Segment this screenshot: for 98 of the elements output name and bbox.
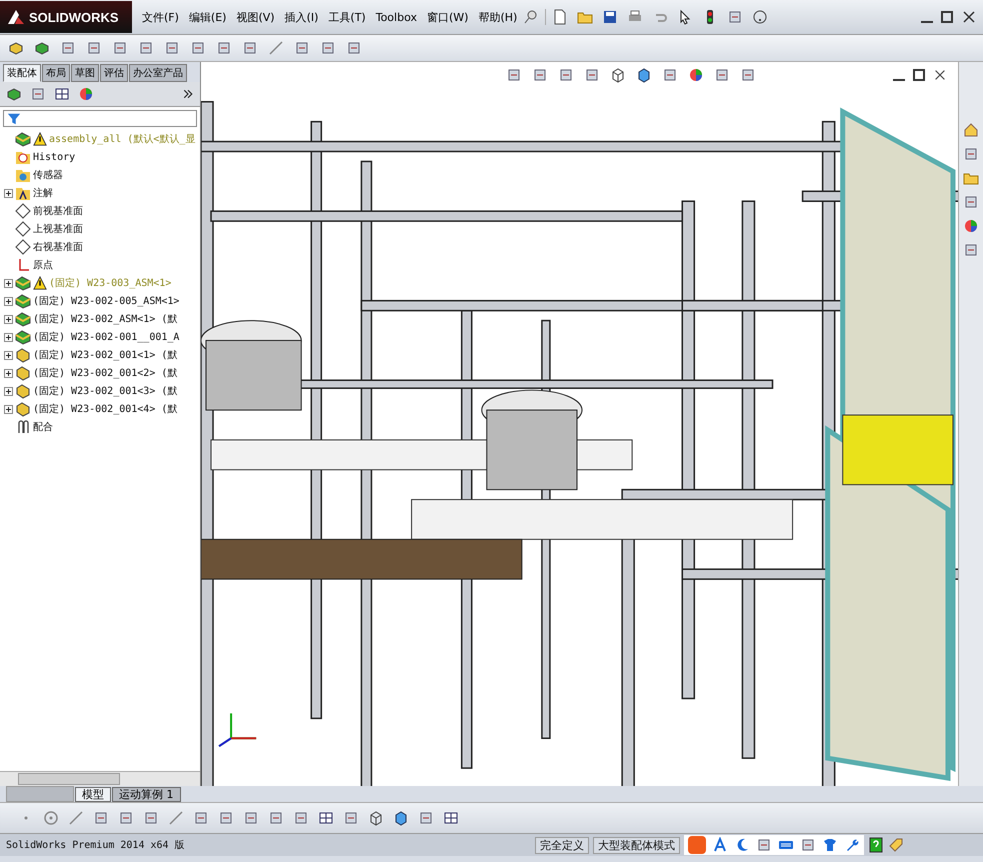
wire-icon[interactable] bbox=[368, 810, 384, 826]
tree-item[interactable]: (固定) W23-003_ASM<1> bbox=[49, 276, 172, 290]
help-icon[interactable] bbox=[868, 837, 884, 853]
axis-triad-icon bbox=[218, 712, 258, 748]
tree-item[interactable]: 前视基准面 bbox=[33, 204, 83, 218]
warning-icon bbox=[33, 276, 47, 290]
clock-folder-icon bbox=[15, 149, 31, 165]
expand-toggle[interactable] bbox=[4, 278, 13, 288]
logo-text: SOLIDWORKS bbox=[29, 10, 119, 24]
close-icon[interactable] bbox=[933, 68, 947, 82]
expand-toggle[interactable] bbox=[4, 332, 13, 342]
close-icon[interactable] bbox=[961, 9, 977, 25]
circle-icon[interactable] bbox=[43, 810, 59, 826]
warning-icon bbox=[33, 132, 47, 146]
feature-manager-icon[interactable] bbox=[6, 86, 22, 102]
assembly-icon bbox=[15, 131, 31, 147]
status-text: SolidWorks Premium 2014 x64 版 bbox=[6, 839, 186, 852]
expand-toggle[interactable] bbox=[4, 314, 13, 324]
configuration-label: (默认<默认_显 bbox=[127, 133, 196, 146]
grid-icon[interactable] bbox=[318, 810, 334, 826]
expand-toggle[interactable] bbox=[4, 296, 13, 306]
help-icon[interactable] bbox=[752, 9, 768, 25]
menu-item[interactable]: 窗口(W) bbox=[422, 8, 472, 26]
tree-item[interactable]: (固定) W23-002_ASM<1> (默 bbox=[33, 312, 178, 326]
letter-icon[interactable] bbox=[712, 837, 728, 853]
maximize-button[interactable] bbox=[941, 11, 953, 23]
tree-item[interactable]: 传感器 bbox=[33, 168, 63, 182]
model-tab[interactable]: 模型 bbox=[75, 787, 111, 802]
tree-item[interactable]: 上视基准面 bbox=[33, 222, 83, 236]
tree-item[interactable]: History bbox=[33, 152, 76, 162]
menu-item[interactable]: 插入(I) bbox=[280, 8, 322, 26]
annotation-folder-icon bbox=[15, 185, 31, 201]
tree-item[interactable]: assembly_all bbox=[49, 134, 122, 144]
tree-item[interactable]: 原点 bbox=[33, 258, 53, 272]
tree-item[interactable]: (固定) W23-002-005_ASM<1> bbox=[33, 294, 180, 308]
part-icon bbox=[15, 401, 31, 417]
part-icon bbox=[15, 365, 31, 381]
table-icon[interactable] bbox=[443, 810, 459, 826]
shirt-icon[interactable] bbox=[822, 837, 838, 853]
expand-toggle[interactable] bbox=[4, 404, 13, 414]
cube-icon[interactable] bbox=[636, 67, 652, 83]
tree-item[interactable]: (固定) W23-002_001<4> (默 bbox=[33, 402, 178, 416]
home-icon[interactable] bbox=[963, 122, 979, 138]
tree-item[interactable]: (固定) W23-002-001__001_A bbox=[33, 330, 180, 344]
assembly-icon[interactable] bbox=[34, 40, 50, 56]
expand-toggle[interactable] bbox=[4, 386, 13, 396]
plane-icon bbox=[15, 203, 31, 219]
command-tab[interactable]: 草图 bbox=[71, 64, 99, 82]
tree-item[interactable]: 右视基准面 bbox=[33, 240, 83, 254]
input-method-logo-icon[interactable] bbox=[688, 836, 706, 854]
configuration-manager-icon[interactable] bbox=[54, 86, 70, 102]
part-icon bbox=[15, 383, 31, 399]
plane-icon bbox=[15, 221, 31, 237]
new-icon[interactable] bbox=[552, 9, 568, 25]
pin-icon[interactable] bbox=[523, 9, 540, 25]
command-tab[interactable]: 办公室产品 bbox=[129, 64, 187, 82]
line-icon[interactable] bbox=[68, 810, 84, 826]
line-icon[interactable] bbox=[268, 40, 284, 56]
expand-toggle[interactable] bbox=[4, 350, 13, 360]
menu-item[interactable]: 工具(T) bbox=[324, 8, 370, 26]
menu-item[interactable]: 文件(F) bbox=[138, 8, 183, 26]
menu-item[interactable]: 帮助(H) bbox=[474, 8, 522, 26]
offset-icon[interactable] bbox=[168, 810, 184, 826]
assembly-icon bbox=[15, 275, 31, 291]
shaded-icon[interactable] bbox=[393, 810, 409, 826]
double-chevron-icon[interactable] bbox=[182, 88, 194, 100]
ball-icon[interactable] bbox=[688, 67, 704, 83]
menu-item[interactable]: 编辑(E) bbox=[184, 8, 230, 26]
restore-button[interactable] bbox=[913, 69, 925, 81]
horizontal-scrollbar[interactable] bbox=[0, 771, 200, 786]
menu-item[interactable]: Toolbox bbox=[372, 8, 421, 26]
gauge-folder-icon bbox=[15, 167, 31, 183]
assembly-icon bbox=[15, 293, 31, 309]
status-field: 完全定义 bbox=[535, 836, 589, 854]
filter-field[interactable] bbox=[3, 110, 197, 127]
box-icon[interactable] bbox=[610, 67, 626, 83]
tree-item[interactable]: (固定) W23-002_001<1> (默 bbox=[33, 348, 178, 362]
expand-toggle[interactable] bbox=[4, 368, 13, 378]
command-tab[interactable]: 布局 bbox=[42, 64, 70, 82]
menu-item[interactable]: 视图(V) bbox=[232, 8, 279, 26]
part-icon[interactable] bbox=[8, 40, 24, 56]
command-tab[interactable]: 装配体 bbox=[3, 64, 41, 82]
command-tab[interactable]: 评估 bbox=[100, 64, 128, 82]
status-field: 大型装配体模式 bbox=[593, 836, 680, 854]
filter-icon bbox=[7, 112, 21, 126]
tree-item[interactable]: (固定) W23-002_001<3> (默 bbox=[33, 384, 178, 398]
display-manager-icon[interactable] bbox=[78, 86, 94, 102]
assembly-icon bbox=[15, 311, 31, 327]
ball-icon[interactable] bbox=[963, 218, 979, 234]
plane-icon bbox=[15, 239, 31, 255]
model-tab[interactable]: 运动算例 1 bbox=[112, 787, 180, 802]
tree-item[interactable]: (固定) W23-002_001<2> (默 bbox=[33, 366, 178, 380]
tree-item[interactable]: 配合 bbox=[33, 420, 53, 434]
tree-item[interactable]: 注解 bbox=[33, 186, 53, 200]
save-icon[interactable] bbox=[602, 9, 618, 25]
assembly-icon bbox=[15, 329, 31, 345]
expand-toggle[interactable] bbox=[4, 188, 13, 198]
part-icon bbox=[15, 347, 31, 363]
